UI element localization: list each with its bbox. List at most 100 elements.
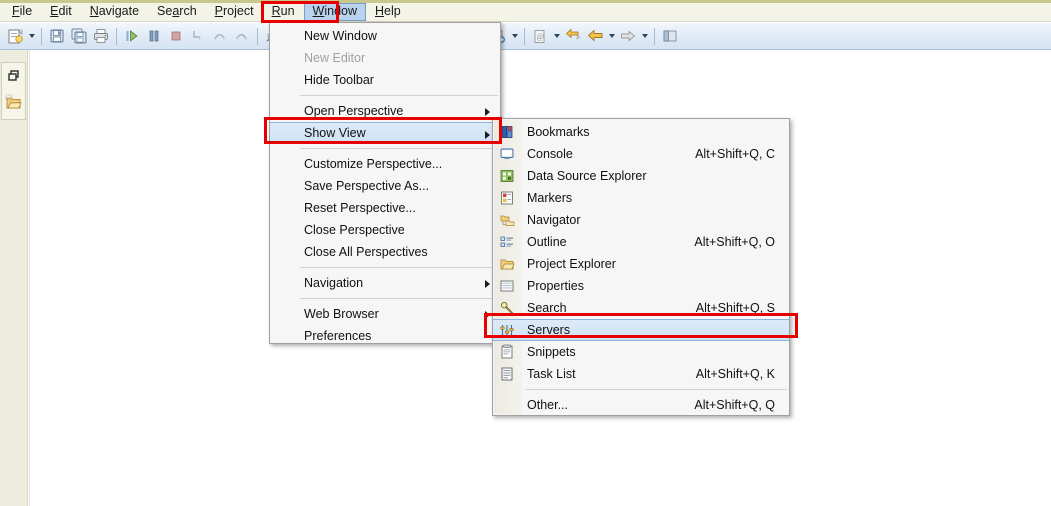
- menu-label: Save Perspective As...: [304, 179, 430, 193]
- toolbar-separator: [116, 27, 117, 45]
- menu-item-markers[interactable]: Markers: [493, 187, 789, 209]
- menu-accelerator: Alt+Shift+Q, O: [694, 235, 775, 249]
- menu-label: New Editor: [304, 51, 366, 65]
- menu-label: Properties: [527, 279, 584, 293]
- menu-accelerator: Alt+Shift+Q, C: [695, 147, 775, 161]
- servers-icon: [497, 322, 517, 340]
- menubar-item-search[interactable]: Search: [148, 3, 206, 21]
- menu-item-navigator[interactable]: Navigator: [493, 209, 789, 231]
- menu-item-new-editor: New Editor: [270, 47, 500, 69]
- last-edit-location-icon[interactable]: [563, 26, 583, 46]
- svg-text:@: @: [536, 32, 543, 41]
- menu-accelerator: Alt+Shift+Q, K: [695, 367, 775, 381]
- bookmarks-icon: [497, 123, 517, 141]
- menu-label: Navigator: [527, 213, 581, 227]
- menu-label: Preferences: [304, 329, 372, 343]
- menu-label: Outline: [527, 235, 567, 249]
- step-into-icon[interactable]: [188, 26, 208, 46]
- menu-label: Navigation: [304, 276, 364, 290]
- toolbar-separator: [41, 27, 42, 45]
- menu-item-other[interactable]: Other... Alt+Shift+Q, Q: [493, 394, 789, 416]
- print-icon[interactable]: [91, 26, 111, 46]
- menu-item-project-explorer[interactable]: Project Explorer: [493, 253, 789, 275]
- window-menu-popup: New Window New Editor Hide Toolbar Open …: [269, 22, 501, 344]
- fast-view-project-explorer-icon[interactable]: [2, 89, 25, 115]
- menu-item-web-browser[interactable]: Web Browser: [270, 303, 500, 325]
- menubar-item-help[interactable]: Help: [366, 3, 410, 21]
- data-source-explorer-icon: [497, 167, 517, 185]
- menubar-item-window[interactable]: Window: [303, 3, 367, 21]
- menu-label: Data Source Explorer: [527, 169, 647, 183]
- menu-item-bookmarks[interactable]: Bookmarks: [493, 121, 789, 143]
- menu-item-data-source-explorer[interactable]: Data Source Explorer: [493, 165, 789, 187]
- menu-label: Show View: [304, 126, 366, 140]
- menu-item-customize-perspective[interactable]: Customize Perspective...: [270, 153, 500, 175]
- menubar-item-file[interactable]: File: [3, 3, 41, 21]
- chevron-right-icon: [485, 311, 490, 319]
- main-toolbar: @: [0, 23, 1051, 50]
- menu-item-show-view[interactable]: Show View: [270, 122, 500, 144]
- menu-accelerator: Alt+Shift+Q, S: [695, 301, 775, 315]
- menu-separator: [300, 267, 498, 268]
- menu-separator: [300, 95, 498, 96]
- new-wizard-icon[interactable]: [5, 26, 25, 46]
- menu-item-save-perspective-as[interactable]: Save Perspective As...: [270, 175, 500, 197]
- save-icon[interactable]: [47, 26, 67, 46]
- back-dropdown-arrow[interactable]: [606, 26, 617, 46]
- menu-item-navigation[interactable]: Navigation: [270, 272, 500, 294]
- menu-separator: [525, 389, 787, 390]
- menubar-item-navigate[interactable]: Navigate: [81, 3, 148, 21]
- show-view-submenu-popup: Bookmarks Console Alt+Shift+Q, C Data So…: [492, 118, 790, 416]
- menu-accelerator: Alt+Shift+Q, Q: [694, 398, 775, 412]
- menu-item-servers[interactable]: Servers: [493, 319, 789, 341]
- restore-icon[interactable]: [2, 63, 25, 89]
- menu-item-preferences[interactable]: Preferences: [270, 325, 500, 347]
- menu-label: Task List: [527, 367, 576, 381]
- menu-item-reset-perspective[interactable]: Reset Perspective...: [270, 197, 500, 219]
- new-annotation-icon[interactable]: @: [530, 26, 550, 46]
- console-icon: [497, 145, 517, 163]
- menu-separator: [300, 298, 498, 299]
- menubar-item-run[interactable]: Run: [263, 3, 304, 21]
- menu-item-hide-toolbar[interactable]: Hide Toolbar: [270, 69, 500, 91]
- forward-icon[interactable]: [618, 26, 638, 46]
- new-wizard-dropdown-arrow[interactable]: [26, 26, 37, 46]
- resume-icon[interactable]: [122, 26, 142, 46]
- menu-item-console[interactable]: Console Alt+Shift+Q, C: [493, 143, 789, 165]
- menu-label: Servers: [527, 323, 571, 337]
- menu-item-open-perspective[interactable]: Open Perspective: [270, 100, 500, 122]
- new-class-dropdown-arrow[interactable]: [509, 26, 520, 46]
- menu-label: Snippets: [527, 345, 576, 359]
- menu-item-new-window[interactable]: New Window: [270, 25, 500, 47]
- terminate-icon[interactable]: [166, 26, 186, 46]
- menubar-item-edit[interactable]: Edit: [41, 3, 81, 21]
- menu-label: New Window: [304, 29, 377, 43]
- chevron-right-icon: [485, 280, 490, 288]
- menu-item-task-list[interactable]: Task List Alt+Shift+Q, K: [493, 363, 789, 385]
- back-icon[interactable]: [585, 26, 605, 46]
- menu-label: Open Perspective: [304, 104, 404, 118]
- suspend-icon[interactable]: [144, 26, 164, 46]
- chevron-right-icon: [485, 131, 490, 139]
- step-return-icon[interactable]: [232, 26, 252, 46]
- menu-item-properties[interactable]: Properties: [493, 275, 789, 297]
- menu-label: Console: [527, 147, 573, 161]
- menu-label: Close Perspective: [304, 223, 405, 237]
- properties-icon: [497, 277, 517, 295]
- menu-item-close-perspective[interactable]: Close Perspective: [270, 219, 500, 241]
- menu-item-close-all-perspectives[interactable]: Close All Perspectives: [270, 241, 500, 263]
- menu-item-outline[interactable]: Outline Alt+Shift+Q, O: [493, 231, 789, 253]
- step-over-icon[interactable]: [210, 26, 230, 46]
- project-explorer-icon: [497, 255, 517, 273]
- forward-dropdown-arrow[interactable]: [639, 26, 650, 46]
- markers-icon: [497, 189, 517, 207]
- outline-icon: [497, 233, 517, 251]
- open-perspective-icon[interactable]: [660, 26, 680, 46]
- menu-item-snippets[interactable]: Snippets: [493, 341, 789, 363]
- menu-label: Project Explorer: [527, 257, 616, 271]
- save-all-icon[interactable]: [69, 26, 89, 46]
- new-annotation-dropdown-arrow[interactable]: [551, 26, 562, 46]
- search-icon: [497, 299, 517, 317]
- menubar-item-project[interactable]: Project: [206, 3, 263, 21]
- menu-item-search[interactable]: Search Alt+Shift+Q, S: [493, 297, 789, 319]
